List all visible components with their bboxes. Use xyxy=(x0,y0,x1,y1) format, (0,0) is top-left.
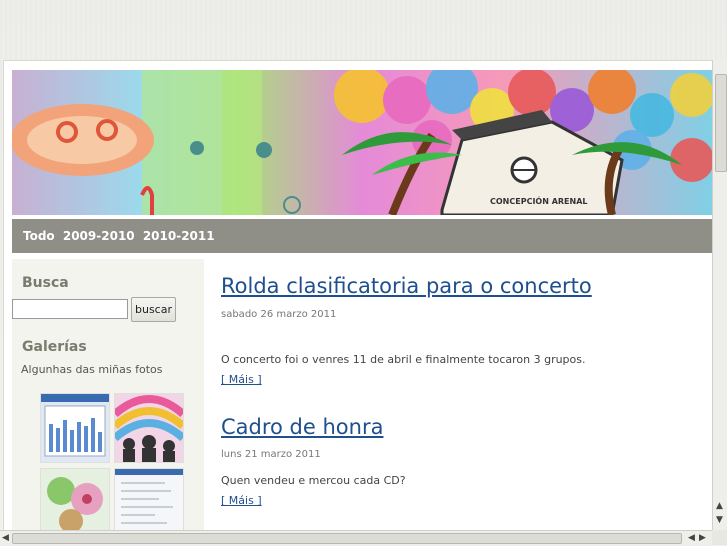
nav-link-2009-2010[interactable]: 2009-2010 xyxy=(63,229,135,243)
gallery-thumbnail[interactable] xyxy=(114,393,184,463)
scrollbar-corner xyxy=(712,530,727,545)
read-more-link[interactable]: [ Máis ] xyxy=(221,494,262,507)
header-banner: CONCEPCIÓN ARENAL xyxy=(12,70,713,215)
gallery-thumbnail[interactable] xyxy=(114,468,184,531)
top-nav-bar: Todo 2009-2010 2010-2011 xyxy=(12,219,713,253)
vertical-scroll-thumb[interactable] xyxy=(715,74,727,172)
page-container: CONCEPCIÓN ARENAL Todo 2009-2010 2010-20… xyxy=(3,60,714,532)
sidebar: Busca buscar Galerías Algunhas das miñas… xyxy=(12,259,204,531)
vertical-scrollbar[interactable]: ▲ ▼ xyxy=(712,60,727,530)
post-title-link[interactable]: Cadro de honra xyxy=(221,415,383,439)
post-body: O concerto foi o venres 11 de abril e fi… xyxy=(221,353,586,366)
gallery-heading: Galerías xyxy=(22,339,87,355)
post-date: luns 21 marzo 2011 xyxy=(221,449,321,460)
horizontal-scrollbar[interactable]: ◀ ◀ ▶ xyxy=(0,530,712,546)
arrow-left-icon[interactable]: ◀ xyxy=(2,533,9,543)
search-input[interactable] xyxy=(12,299,128,319)
main-content: Rolda clasificatoria para o concerto sab… xyxy=(221,259,711,531)
arrow-down-icon[interactable]: ▼ xyxy=(716,515,723,525)
search-heading: Busca xyxy=(22,275,69,291)
gallery-subtitle: Algunhas das miñas fotos xyxy=(21,363,163,376)
arrow-right-icon[interactable]: ▶ xyxy=(699,533,706,543)
read-more-label: Máis xyxy=(228,373,254,386)
banner-drawing: CONCEPCIÓN ARENAL xyxy=(12,70,713,215)
read-more-label: Máis xyxy=(228,494,254,507)
post-title-link[interactable]: Rolda clasificatoria para o concerto xyxy=(221,274,592,298)
nav-link-2010-2011[interactable]: 2010-2011 xyxy=(143,229,215,243)
arrow-up-icon[interactable]: ▲ xyxy=(716,501,723,511)
post-body: Quen vendeu e mercou cada CD? xyxy=(221,474,406,487)
gallery-thumbnail[interactable] xyxy=(40,393,110,463)
read-more-link[interactable]: [ Máis ] xyxy=(221,373,262,386)
gallery-thumbnail[interactable] xyxy=(40,468,110,531)
search-button[interactable]: buscar xyxy=(131,297,176,322)
nav-link-todo[interactable]: Todo xyxy=(23,229,55,243)
horizontal-scroll-thumb[interactable] xyxy=(12,533,682,544)
nav-links: Todo 2009-2010 2010-2011 xyxy=(23,229,219,243)
arrow-right-icon[interactable]: ◀ xyxy=(688,533,695,543)
banner-drawing-text: CONCEPCIÓN ARENAL xyxy=(490,195,588,206)
post-date: sabado 26 marzo 2011 xyxy=(221,309,337,320)
